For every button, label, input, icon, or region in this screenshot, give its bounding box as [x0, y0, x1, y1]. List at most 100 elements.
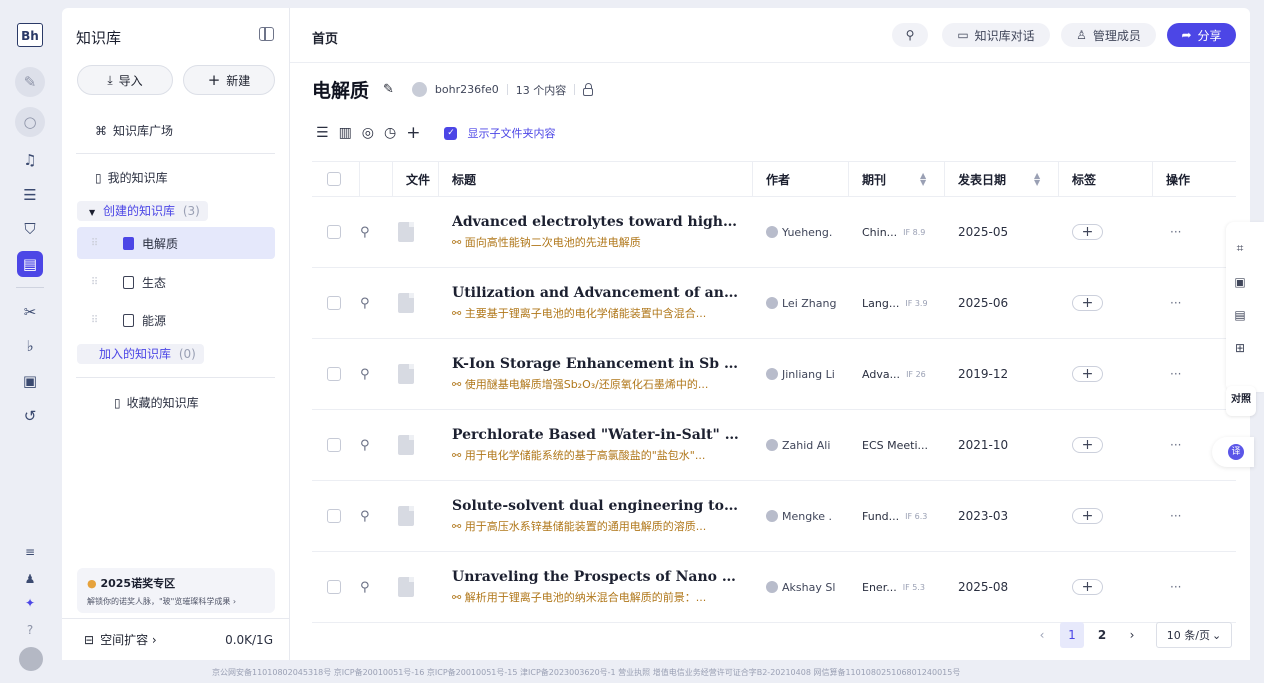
page-size-select[interactable]: 10 条/页 ⌄: [1156, 622, 1232, 648]
paper-title[interactable]: Advanced electrolytes toward high-per...: [452, 214, 742, 230]
file-icon[interactable]: [398, 293, 414, 313]
more-actions-icon[interactable]: ···: [1170, 225, 1181, 239]
paper-title[interactable]: K-Ion Storage Enhancement in Sb 2 O 3...: [452, 356, 742, 372]
paper-title[interactable]: Utilization and Advancement of an Ele...: [452, 285, 742, 301]
row-checkbox[interactable]: [327, 580, 341, 594]
add-tag-button[interactable]: +: [1072, 295, 1103, 311]
drag-handle-icon[interactable]: ⠿: [77, 315, 111, 326]
file-icon[interactable]: [398, 435, 414, 455]
row-checkbox[interactable]: [327, 438, 341, 452]
apps-grid-icon[interactable]: ⊞: [1232, 340, 1248, 356]
edit-icon[interactable]: ✎: [15, 67, 45, 97]
prev-page-icon[interactable]: ‹: [1030, 622, 1054, 648]
file-icon[interactable]: [398, 506, 414, 526]
knowledge-base-icon[interactable]: ▤: [17, 251, 43, 277]
kb-item-ecology[interactable]: ⠿ 生态: [77, 266, 275, 298]
add-icon[interactable]: +: [406, 123, 420, 143]
add-tag-button[interactable]: +: [1072, 579, 1103, 595]
paper-title-cell[interactable]: Advanced electrolytes toward high-per...…: [452, 197, 744, 267]
pin-icon[interactable]: ⚲: [360, 438, 370, 453]
more-actions-icon[interactable]: ···: [1170, 296, 1181, 310]
table-row[interactable]: ⚲ Perchlorate Based "Water-in-Salt" Ele..…: [312, 410, 1236, 481]
tag-filter-icon[interactable]: ◎: [362, 125, 374, 141]
paper-title-cell[interactable]: K-Ion Storage Enhancement in Sb 2 O 3...…: [452, 339, 744, 409]
nobel-promo-card[interactable]: ● 2025诺奖专区 解锁你的诺奖人脉，"玻"览璀璨科学成果 ›: [77, 568, 275, 613]
paper-title[interactable]: Perchlorate Based "Water-in-Salt" Ele...: [452, 427, 742, 443]
more-actions-icon[interactable]: ···: [1170, 367, 1181, 381]
pin-icon[interactable]: ⚲: [360, 296, 370, 311]
help-icon[interactable]: ?: [14, 616, 46, 644]
new-button[interactable]: + 新建: [183, 65, 275, 95]
manage-members-button[interactable]: ♙ 管理成员: [1061, 23, 1156, 47]
history-icon[interactable]: ↺: [14, 402, 46, 430]
add-tag-button[interactable]: +: [1072, 437, 1103, 453]
edit-name-icon[interactable]: ✎: [383, 82, 394, 97]
paper-title-cell[interactable]: Perchlorate Based "Water-in-Salt" Ele...…: [452, 410, 744, 480]
pin-icon[interactable]: ⚲: [360, 580, 370, 595]
share-button[interactable]: ➦ 分享: [1167, 23, 1236, 47]
crop-icon[interactable]: ⌗: [1232, 240, 1248, 256]
database-icon[interactable]: ☰: [14, 181, 46, 209]
search-button[interactable]: ⚲: [892, 23, 928, 47]
add-tag-button[interactable]: +: [1072, 508, 1103, 524]
more-actions-icon[interactable]: ···: [1170, 580, 1181, 594]
file-icon[interactable]: [398, 222, 414, 242]
avatar[interactable]: [19, 647, 43, 671]
kb-item-energy[interactable]: ⠿ 能源: [77, 304, 275, 336]
table-row[interactable]: ⚲ Solute-solvent dual engineering towar..…: [312, 481, 1236, 552]
created-kb-group[interactable]: ▼ 创建的知识库 (3): [77, 201, 208, 221]
paper-title[interactable]: Solute-solvent dual engineering towar...: [452, 498, 742, 514]
translate-button[interactable]: 译: [1212, 437, 1254, 467]
select-all-checkbox[interactable]: [327, 172, 341, 186]
row-checkbox[interactable]: [327, 367, 341, 381]
row-checkbox[interactable]: [327, 225, 341, 239]
search-icon[interactable]: ○: [15, 107, 45, 137]
col-journal[interactable]: 期刊 ▲ ▼: [862, 162, 926, 196]
file-icon[interactable]: [398, 364, 414, 384]
kb-chat-button[interactable]: ▭ 知识库对话: [942, 23, 1050, 47]
row-checkbox[interactable]: [327, 296, 341, 310]
more-actions-icon[interactable]: ···: [1170, 509, 1181, 523]
tools-icon[interactable]: ✂: [14, 298, 46, 326]
bell-icon[interactable]: ♫: [14, 146, 46, 174]
paper-title-cell[interactable]: Utilization and Advancement of an Ele...…: [452, 268, 744, 338]
paper-title-cell[interactable]: Unraveling the Prospects of Nano Hybr...…: [452, 552, 744, 622]
compare-button[interactable]: 对照: [1226, 386, 1256, 416]
page-2-button[interactable]: 2: [1090, 622, 1114, 648]
kb-plaza-link[interactable]: ⌘ 知识库广场: [95, 122, 173, 139]
joined-kb-group[interactable]: 加入的知识库 (0): [77, 344, 204, 364]
sparkle-icon[interactable]: ✦: [14, 589, 46, 617]
collapse-sidebar-icon[interactable]: [259, 27, 274, 41]
page-1-button[interactable]: 1: [1060, 622, 1084, 648]
paper-title-cell[interactable]: Solute-solvent dual engineering towar...…: [452, 481, 744, 551]
table-row[interactable]: ⚲ Advanced electrolytes toward high-per..…: [312, 197, 1236, 268]
add-tag-button[interactable]: +: [1072, 366, 1103, 382]
table-row[interactable]: ⚲ Unraveling the Prospects of Nano Hybr..…: [312, 552, 1236, 623]
favorites-kb-link[interactable]: ▯ 收藏的知识库: [114, 394, 199, 411]
next-page-icon[interactable]: ›: [1120, 622, 1144, 648]
import-button[interactable]: ⤓ 导入: [77, 65, 173, 95]
pdf-icon[interactable]: ▤: [1232, 307, 1248, 323]
lock-icon[interactable]: [583, 82, 594, 96]
breadcrumb[interactable]: 首页: [312, 28, 338, 47]
kb-item-electrolyte[interactable]: ⠿ 电解质: [77, 227, 275, 259]
my-kb-link[interactable]: ▯ 我的知识库: [95, 169, 168, 186]
paper-title[interactable]: Unraveling the Prospects of Nano Hybr...: [452, 569, 742, 585]
list-view-icon[interactable]: ☰: [316, 125, 329, 141]
file-icon[interactable]: [398, 577, 414, 597]
row-checkbox[interactable]: [327, 509, 341, 523]
col-date[interactable]: 发表日期 ▲ ▼: [958, 162, 1040, 196]
pin-icon[interactable]: ⚲: [360, 367, 370, 382]
app-logo[interactable]: Bh: [17, 23, 43, 47]
more-actions-icon[interactable]: ···: [1170, 438, 1181, 452]
reader-icon[interactable]: ▣: [1232, 274, 1248, 290]
reader-icon[interactable]: ♭: [14, 332, 46, 360]
calculator-icon[interactable]: ▣: [14, 367, 46, 395]
pin-icon[interactable]: ⚲: [360, 509, 370, 524]
storage-expand-link[interactable]: 空间扩容 ›: [100, 631, 157, 648]
graduation-cap-icon[interactable]: ⛉: [14, 215, 46, 243]
drag-handle-icon[interactable]: ⠿: [77, 238, 111, 249]
clock-icon[interactable]: ◷: [384, 125, 396, 141]
columns-icon[interactable]: ▥: [339, 125, 352, 141]
stack-icon[interactable]: ≡: [14, 538, 46, 566]
